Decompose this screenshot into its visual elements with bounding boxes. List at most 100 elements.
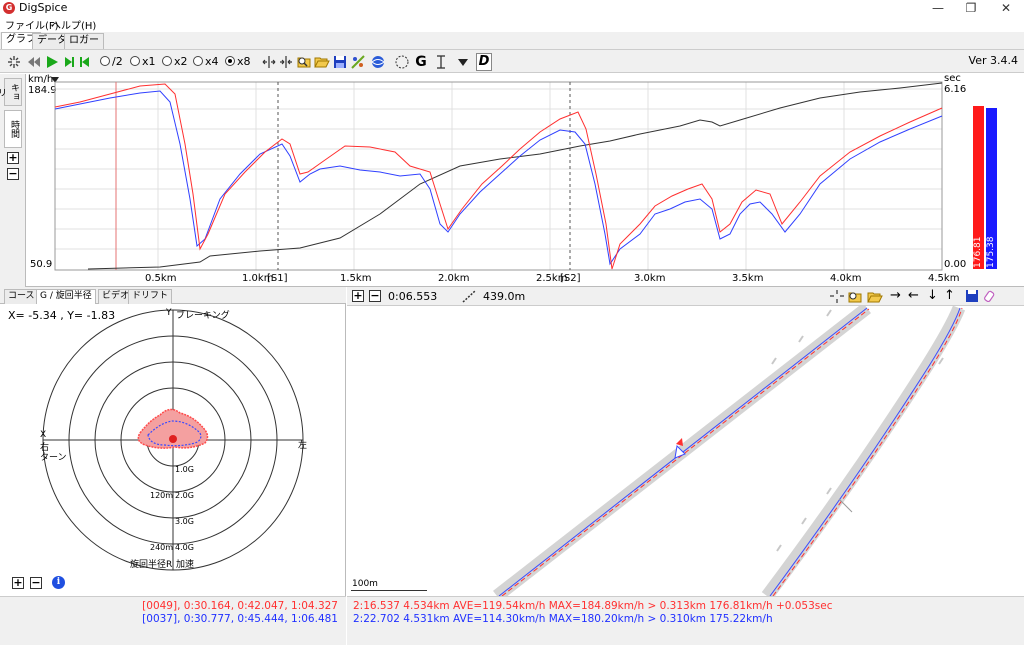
arrow-up-icon[interactable]: ↑ bbox=[944, 288, 955, 303]
track-surface bbox=[761, 306, 966, 596]
close-icon[interactable]: ✕ bbox=[990, 0, 1022, 16]
radio-circle-icon bbox=[162, 56, 172, 66]
search-file-icon[interactable] bbox=[296, 53, 312, 71]
eraser-icon[interactable] bbox=[983, 289, 998, 304]
time-delta-line bbox=[87, 82, 943, 270]
map-scale-bar bbox=[351, 590, 427, 591]
expand-horizontal-icon[interactable] bbox=[261, 53, 277, 71]
dropdown-arrow-icon[interactable] bbox=[456, 53, 470, 71]
accel-label: 加速 bbox=[176, 560, 195, 570]
globe-icon[interactable] bbox=[370, 53, 386, 71]
ruler-icon[interactable] bbox=[461, 289, 477, 304]
turn-label: ターン bbox=[40, 453, 67, 463]
blue-lap-summary: 2:22.702 4.531km AVE=114.30km/h MAX=180.… bbox=[353, 613, 773, 625]
red-bar-value: 176.81 bbox=[973, 236, 983, 269]
lap-status-left: [0049], 0:30.164, 0:42.047, 1:04.327 [00… bbox=[0, 596, 346, 645]
x-axis-label: X bbox=[40, 430, 47, 440]
red-speed-line bbox=[54, 83, 943, 270]
map-save-icon[interactable] bbox=[965, 289, 980, 304]
x-tick-s2: [S2] bbox=[560, 273, 581, 284]
minimize-icon[interactable]: — bbox=[922, 0, 954, 16]
arrow-down-icon[interactable]: ↓ bbox=[927, 288, 938, 303]
ring-label-2g: 2.0G bbox=[175, 491, 194, 500]
radius-label-240m: 240m bbox=[150, 543, 174, 552]
ring-label-1g: 1.0G bbox=[175, 465, 194, 474]
info-icon[interactable]: i bbox=[52, 576, 65, 589]
g-zoom-in-button[interactable]: + bbox=[12, 577, 24, 589]
drift-mode-button[interactable]: D bbox=[476, 53, 492, 71]
step-back-icon[interactable] bbox=[78, 53, 92, 71]
ring-label-4g: 4.0G bbox=[175, 543, 194, 552]
map-open-folder-icon[interactable] bbox=[867, 289, 883, 304]
arrow-left-icon[interactable]: ← bbox=[908, 288, 919, 303]
speed-graph[interactable] bbox=[0, 74, 1024, 287]
track-map[interactable] bbox=[347, 306, 1024, 596]
vertical-measure-icon[interactable] bbox=[434, 53, 448, 71]
x-tick-3.0km: 3.0km bbox=[634, 273, 666, 284]
speed-x1-radio[interactable]: x1 bbox=[130, 53, 156, 71]
graph-panel: キョリ 時間 + − km/h 184.9 50.9 sec 6.16 0.00… bbox=[0, 73, 1024, 287]
main-tabs: グラフ データ ロガー bbox=[0, 32, 1024, 49]
open-folder-icon[interactable] bbox=[314, 53, 330, 71]
tab-g-radius[interactable]: G / 旋回半径 bbox=[36, 289, 96, 304]
map-search-file-icon[interactable] bbox=[847, 289, 863, 304]
version-label: Ver 3.4.4 bbox=[968, 54, 1018, 67]
menu-bar: ファイル(F) ヘルプ(H) bbox=[0, 16, 1024, 32]
dashed-circle-icon[interactable] bbox=[394, 53, 410, 71]
map-distance-readout: 439.0m bbox=[483, 290, 526, 303]
x-tick-2.0km: 2.0km bbox=[438, 273, 470, 284]
step-forward-icon[interactable] bbox=[62, 53, 76, 71]
map-scale-label: 100m bbox=[352, 579, 378, 589]
radio-selected-icon bbox=[225, 56, 235, 66]
g-circle-plot[interactable] bbox=[0, 305, 346, 575]
left-panel-tabs: コース G / 旋回半径 ビデオ ドリフト bbox=[0, 287, 346, 304]
turn-radius-label: 旋回半径R bbox=[130, 560, 173, 570]
red-lap-summary: 2:16.537 4.534km AVE=119.54km/h MAX=184.… bbox=[353, 600, 833, 612]
g-force-panel: コース G / 旋回半径 ビデオ ドリフト X= -5.34 , Y= -1.8… bbox=[0, 287, 346, 645]
radius-label-120m: 120m bbox=[150, 491, 174, 500]
play-icon[interactable] bbox=[44, 53, 60, 71]
map-toolbar: + − 0:06.553 439.0m → ← ↓ ↑ bbox=[347, 287, 1024, 306]
x-tick-3.5km: 3.5km bbox=[732, 273, 764, 284]
rewind-icon[interactable] bbox=[26, 53, 42, 71]
arrow-right-icon[interactable]: → bbox=[890, 288, 901, 303]
x-tick-4.5km: 4.5km bbox=[928, 273, 960, 284]
map-panel: + − 0:06.553 439.0m → ← ↓ ↑ 100m bbox=[347, 287, 1024, 645]
left-turn-label: 左 bbox=[298, 441, 308, 451]
tab-course[interactable]: コース bbox=[4, 289, 39, 304]
tab-logger[interactable]: ロガー bbox=[64, 33, 104, 49]
title-bar: G DigSpice — ❐ ✕ bbox=[0, 0, 1024, 16]
x-tick-4.0km: 4.0km bbox=[830, 273, 862, 284]
speed-x2-radio[interactable]: x2 bbox=[162, 53, 188, 71]
g-zoom-out-button[interactable]: − bbox=[30, 577, 42, 589]
reset-icon[interactable] bbox=[6, 53, 22, 71]
radio-circle-icon bbox=[130, 56, 140, 66]
g-force-button[interactable]: G bbox=[413, 53, 429, 71]
g-current-point bbox=[169, 435, 177, 443]
y-axis-label: Y bbox=[166, 308, 172, 318]
tab-drift[interactable]: ドリフト bbox=[128, 289, 173, 304]
radio-circle-icon bbox=[100, 56, 110, 66]
map-time-readout: 0:06.553 bbox=[388, 290, 438, 303]
maximize-icon[interactable]: ❐ bbox=[955, 0, 987, 16]
map-zoom-in-button[interactable]: + bbox=[352, 290, 364, 302]
blue-lap-sectors: [0037], 0:30.777, 0:45.444, 1:06.481 bbox=[142, 613, 338, 625]
main-toolbar: /2 x1 x2 x4 x8 G D Ver 3.4.4 bbox=[0, 49, 1024, 73]
ring-label-3g: 3.0G bbox=[175, 517, 194, 526]
window-title: DigSpice bbox=[19, 1, 68, 14]
blue-speed-line bbox=[54, 90, 943, 266]
speed-x4-radio[interactable]: x4 bbox=[193, 53, 219, 71]
app-logo-icon: G bbox=[3, 2, 15, 14]
save-icon[interactable] bbox=[332, 53, 348, 71]
menu-help[interactable]: ヘルプ(H) bbox=[51, 17, 96, 32]
speed-half-radio[interactable]: /2 bbox=[100, 53, 126, 71]
x-tick-0.5km: 0.5km bbox=[145, 273, 177, 284]
radio-circle-icon bbox=[193, 56, 203, 66]
map-reset-icon[interactable] bbox=[829, 289, 845, 304]
blue-bar-value: 175.38 bbox=[986, 236, 996, 269]
speed-x8-radio[interactable]: x8 bbox=[225, 53, 251, 71]
shrink-horizontal-icon[interactable] bbox=[278, 53, 294, 71]
map-zoom-out-button[interactable]: − bbox=[369, 290, 381, 302]
red-lap-sectors: [0049], 0:30.164, 0:42.047, 1:04.327 bbox=[142, 600, 338, 612]
waypoint-edit-icon[interactable] bbox=[350, 53, 366, 71]
